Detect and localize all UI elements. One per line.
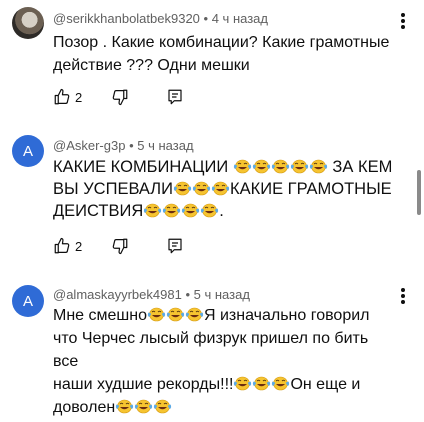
emoji <box>185 306 204 323</box>
emoji <box>233 158 252 175</box>
comment-meta: @almaskayyrbek4981 • 5 ч назад <box>53 287 250 302</box>
comment-text-part: . <box>219 202 224 220</box>
emoji <box>173 180 192 197</box>
comment-text-part: ЗА КЕМ <box>332 158 393 176</box>
comment-text: Позор . Какие комбинации? Какие грамотны… <box>53 31 393 77</box>
like-button[interactable]: 2 <box>53 86 82 108</box>
emoji <box>271 158 290 175</box>
comment-text-part: что Черчес лысый физрук пришел по бить в… <box>53 330 369 370</box>
emoji <box>252 158 271 175</box>
emoji <box>153 398 172 415</box>
thumb-down-icon <box>112 238 128 255</box>
more-vertical-icon[interactable] <box>396 287 410 305</box>
emoji <box>143 202 162 219</box>
comment-text: КАКИЕ КОМБИНАЦИИ ЗА КЕМ ВЫ УСПЕВАЛИ КАКИЕ… <box>53 156 393 222</box>
emoji <box>211 180 230 197</box>
comment-text-part: Он еще и <box>290 376 361 393</box>
comment-time[interactable]: 5 ч назад <box>194 287 250 302</box>
emoji <box>252 375 271 392</box>
emoji <box>181 202 200 219</box>
comment-meta: @Asker-g3p • 5 ч назад <box>53 138 194 153</box>
author-handle[interactable]: @almaskayyrbek4981 <box>53 287 182 302</box>
thumb-up-icon <box>54 237 70 254</box>
like-count: 2 <box>75 238 83 254</box>
like-count: 2 <box>75 89 83 105</box>
author-handle[interactable]: @Asker-g3p <box>53 138 125 153</box>
author-avatar[interactable]: A <box>12 285 44 317</box>
emoji <box>166 306 185 323</box>
comment-text-part: КАКИЕ ГРАМОТНЫЕ <box>229 180 392 198</box>
emoji <box>134 398 153 415</box>
comment-line: действие ??? Одни мешки <box>53 57 250 74</box>
comment-text-part: Мне смешно <box>53 307 147 324</box>
emoji <box>309 158 328 175</box>
comment-line: Позор . Какие комбинации? Какие грамотны… <box>53 34 390 51</box>
meta-separator: • <box>203 11 209 26</box>
meta-separator: • <box>185 287 191 302</box>
reply-comment-icon <box>168 238 182 254</box>
comment-text-part: ВЫ УСПЕВАЛИ <box>53 180 173 198</box>
reply-button[interactable] <box>166 86 184 108</box>
thumb-up-icon <box>54 88 70 105</box>
comment-time[interactable]: 4 ч назад <box>212 11 268 26</box>
more-vertical-icon[interactable] <box>396 12 410 30</box>
comment-text-part: наши худшие рекорды!!! <box>53 376 234 393</box>
emoji <box>147 306 166 323</box>
meta-separator: • <box>129 138 134 153</box>
dislike-button[interactable] <box>111 235 129 257</box>
emoji <box>115 398 134 415</box>
emoji <box>271 375 290 392</box>
emoji <box>200 202 219 219</box>
reply-comment-icon <box>168 89 182 105</box>
comment-text-part: КАКИЕ КОМБИНАЦИИ <box>53 158 229 176</box>
comment-text-part: доволен <box>53 399 116 416</box>
comment-text: Мне смешно Я изначально говорил что Черче… <box>53 304 393 419</box>
author-avatar[interactable] <box>12 7 44 39</box>
scrollbar-thumb[interactable] <box>417 170 421 215</box>
comment-text-part: ДЕИСТВИЯ <box>53 202 144 220</box>
emoji <box>162 202 181 219</box>
like-button[interactable]: 2 <box>53 235 82 257</box>
dislike-button[interactable] <box>111 86 129 108</box>
comment-time[interactable]: 5 ч назад <box>137 138 193 153</box>
reply-button[interactable] <box>166 235 184 257</box>
comment-text-part: Я изначально говорил <box>203 307 370 324</box>
avatar-letter: A <box>22 142 33 160</box>
comment-meta: @serikkhanbolatbek9320 • 4 ч назад <box>53 11 268 26</box>
emoji <box>192 180 211 197</box>
author-handle[interactable]: @serikkhanbolatbek9320 <box>53 11 200 26</box>
emoji <box>290 158 309 175</box>
avatar-letter: A <box>22 292 33 310</box>
thumb-down-icon <box>112 89 128 106</box>
author-avatar[interactable]: A <box>12 135 44 167</box>
emoji <box>233 375 252 392</box>
